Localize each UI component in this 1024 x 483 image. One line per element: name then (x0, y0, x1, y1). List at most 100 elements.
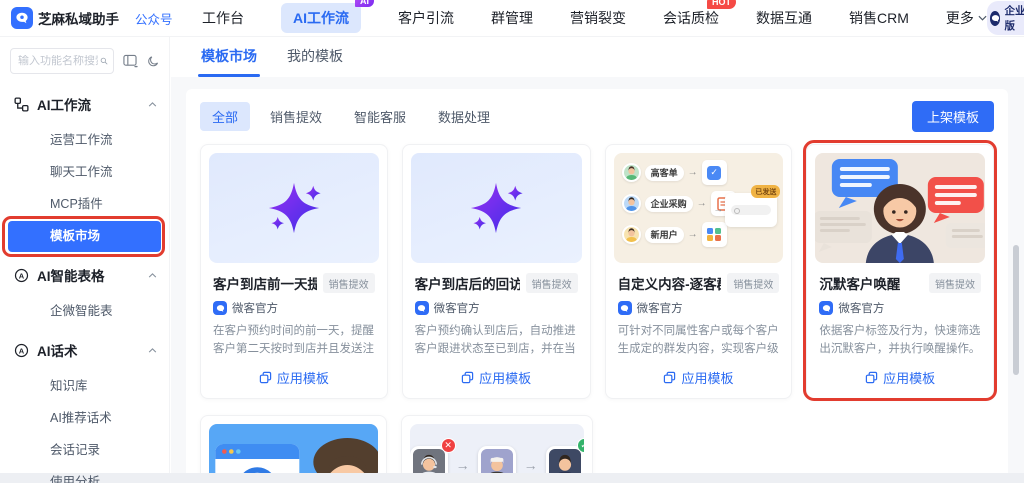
card-author: 微客官方 (433, 303, 480, 315)
template-card[interactable]: 客户到店后的回访跟进 销售提效 微客官方 客户预约确认到店后，自动推进客户跟进状… (401, 144, 591, 399)
card-cover-wake-illustration (815, 153, 985, 263)
card-category-badge: 销售提效 (322, 273, 375, 293)
official-author-icon (414, 301, 429, 315)
plan-icon (989, 10, 1001, 26)
sidebar-section-ai-script[interactable]: A AI话术 (0, 328, 169, 370)
top-nav: 工作台 AI工作流 AI 客户引流 群管理 营销裂变 会话质检 HOT 数据互通 销… (202, 0, 987, 33)
nav-marketing-fission[interactable]: 营销裂变 (570, 8, 626, 28)
ai-table-icon: A (14, 268, 29, 282)
nav-workbench[interactable]: 工作台 (202, 8, 244, 28)
channel-link[interactable]: 公众号 (135, 9, 173, 28)
card-author: 微客官方 (838, 303, 885, 315)
customer-avatar (621, 194, 641, 213)
sidebar-section-ai-table[interactable]: A AI智能表格 (0, 253, 169, 295)
sidebar-item-wecom-smart-table[interactable]: 企微智能表 (8, 296, 161, 327)
svg-text:A: A (19, 271, 25, 280)
template-grid-row2: ✕ → → ✓ 自动继承 (186, 413, 1008, 473)
sidebar-item-knowledge-base[interactable]: 知识库 (8, 371, 161, 402)
official-author-icon (617, 301, 632, 315)
filter-smart-service[interactable]: 智能客服 (342, 102, 418, 131)
customer-avatar (621, 225, 641, 244)
template-card[interactable]: 客户到店前一天提醒 销售提效 微客官方 在客户预约时间的前一天，提醒客户第二天按… (200, 144, 388, 399)
template-card[interactable]: 高客单 → ✓ 企业采购 → 新用户 → → 已发送 自定义内容-逐客 销售提效… (604, 144, 793, 399)
template-card[interactable] (200, 415, 387, 473)
check-tile-icon: ✓ (707, 165, 722, 180)
filter-row: 全部 销售提效 智能客服 数据处理 上架模板 (186, 89, 1008, 142)
sidebar-item-mcp-plugin[interactable]: MCP插件 (8, 189, 161, 220)
card-cover-audience-send: 高客单 → ✓ 企业采购 → 新用户 → → 已发送 (613, 153, 784, 263)
ai-script-icon: A (14, 343, 29, 357)
official-author-icon (213, 301, 227, 315)
svg-text:A: A (19, 346, 25, 355)
chevron-up-icon (148, 272, 157, 278)
sidebar-item-usage-analysis[interactable]: 使用分析 (8, 467, 161, 483)
main-tabs: 模板市场 我的模板 (171, 37, 1024, 77)
nav-customer-acquisition[interactable]: 客户引流 (398, 8, 454, 28)
ai-badge: AI (355, 0, 374, 7)
filter-sales-efficiency[interactable]: 销售提效 (258, 102, 334, 131)
sent-tag: 已发送 (751, 185, 781, 198)
apply-template-button[interactable]: 应用模板 (819, 359, 981, 390)
sidebar-section-ai-workflow[interactable]: AI工作流 (0, 82, 169, 124)
plan-badge[interactable]: 企业版 v2 (986, 1, 1024, 35)
apply-template-button[interactable]: 应用模板 (415, 359, 578, 390)
dark-mode-moon-icon[interactable] (147, 55, 159, 68)
arrow-icon: → (455, 457, 470, 473)
app-title: 芝麻私域助手 (38, 12, 119, 27)
arrow-icon: → (523, 457, 538, 473)
search-input[interactable] (18, 55, 98, 67)
copy-icon (461, 371, 474, 384)
sidebar-item-ai-recommend-script[interactable]: AI推荐话术 (8, 403, 161, 434)
filter-data-processing[interactable]: 数据处理 (426, 102, 502, 131)
brand-area[interactable]: 芝麻私域助手 公众号 (0, 7, 173, 29)
nav-data-interchange[interactable]: 数据互通 (756, 8, 812, 28)
card-description: 依据客户标签及行为，快速筛选出沉默客户，并执行唤醒操作。 (819, 325, 981, 356)
segment-label: 企业采购 (644, 195, 693, 212)
grid-tile-icon (707, 227, 721, 242)
template-grid-row1: 客户到店前一天提醒 销售提效 微客官方 在客户预约时间的前一天，提醒客户第二天按… (186, 140, 1008, 401)
card-title: 客户到店后的回访跟进 (414, 277, 520, 292)
sidebar-item-chat-workflow[interactable]: 聊天工作流 (8, 157, 161, 188)
card-cover-error-window (209, 424, 378, 473)
app-logo-icon (11, 7, 33, 29)
person-chat-bubbles-illustration (815, 159, 985, 263)
hot-badge: HOT (707, 0, 736, 9)
arrow-icon: → (687, 229, 698, 240)
nav-more[interactable]: 更多 (946, 8, 987, 28)
segment-label: 高客单 (644, 164, 684, 181)
sparkle-icon (470, 182, 523, 234)
arrow-icon: → (687, 167, 698, 178)
apply-template-button[interactable]: 应用模板 (213, 359, 375, 390)
card-category-badge: 销售提效 (727, 273, 780, 293)
template-panel: 全部 销售提效 智能客服 数据处理 上架模板 客户到店前一天提 销售提效 微客官… (186, 89, 1008, 473)
vertical-scrollbar[interactable] (1013, 245, 1019, 375)
sent-message-card: 已发送 (725, 185, 781, 227)
search-box (10, 48, 114, 74)
card-title: 客户到店前一天提醒 (213, 277, 317, 292)
collapse-panel-icon[interactable] (123, 54, 138, 68)
account-area: 企业版 v2 (986, 1, 1024, 35)
nav-group-management[interactable]: 群管理 (491, 8, 533, 28)
card-author: 微客官方 (636, 303, 683, 315)
official-author-icon (819, 301, 834, 315)
card-description: 可针对不同属性客户或每个客户生成定的群发内容，实现客户级的精准群发。 (617, 325, 779, 356)
template-card-silent-customer-wake[interactable]: 沉默客户唤醒 销售提效 微客官方 依据客户标签及行为，快速筛选出沉默客户，并执行… (803, 140, 997, 401)
arrow-icon: → (713, 204, 724, 215)
sidebar-item-operation-workflow[interactable]: 运营工作流 (8, 125, 161, 156)
template-card[interactable]: ✕ → → ✓ 自动继承 (400, 415, 593, 473)
publish-template-button[interactable]: 上架模板 (911, 101, 994, 132)
chevron-up-icon (148, 347, 157, 353)
card-cover-sparkle (209, 153, 379, 263)
nav-sales-crm[interactable]: 销售CRM (849, 8, 909, 28)
sidebar-item-conversation-record[interactable]: 会话记录 (8, 435, 161, 466)
tab-my-templates[interactable]: 我的模板 (287, 46, 343, 77)
tab-template-market[interactable]: 模板市场 (198, 46, 260, 77)
nav-conversation-qc[interactable]: 会话质检 HOT (663, 0, 736, 28)
card-description: 客户预约确认到店后，自动推进客户跟进状态至已到店，并在当天下午六点提醒销售做回访… (414, 325, 576, 356)
search-icon (100, 57, 108, 65)
nav-ai-workflow[interactable]: AI工作流 AI (281, 0, 374, 33)
apply-template-button[interactable]: 应用模板 (618, 359, 780, 390)
filter-all[interactable]: 全部 (200, 102, 251, 131)
main-content: 模板市场 我的模板 全部 销售提效 智能客服 数据处理 上架模板 客户到店前一天… (171, 37, 1024, 473)
sidebar-item-template-market[interactable]: 模板市场 (8, 221, 161, 252)
